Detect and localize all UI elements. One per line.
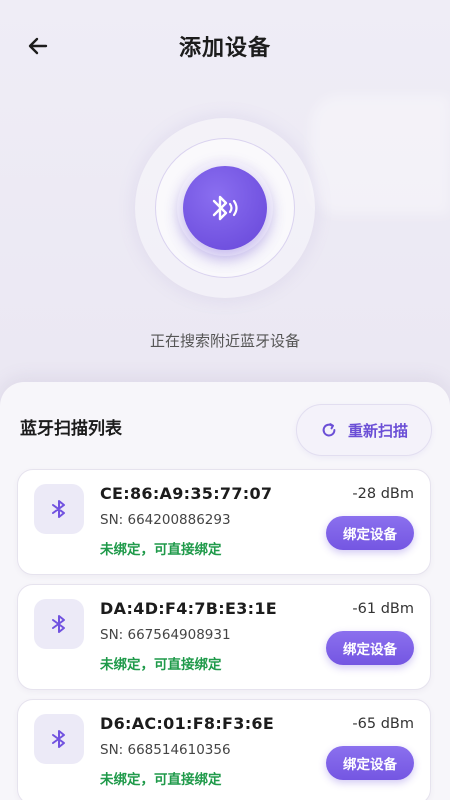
bluetooth-icon	[52, 500, 65, 518]
device-bind-state: 未绑定，可直接绑定	[100, 772, 222, 788]
bluetooth-searching-icon	[212, 195, 238, 221]
device-card[interactable]: D6:AC:01:F8:F3:6E SN: 668514610356 未绑定，可…	[17, 699, 431, 800]
device-mac: CE:86:A9:35:77:07	[100, 484, 273, 503]
device-serial: SN: 668514610356	[100, 742, 231, 758]
device-mac: D6:AC:01:F8:F3:6E	[100, 714, 275, 733]
bind-device-button[interactable]: 绑定设备	[326, 516, 414, 550]
device-mac: DA:4D:F4:7B:E3:1E	[100, 599, 277, 618]
refresh-icon	[322, 423, 336, 437]
device-list-title: 蓝牙扫描列表	[20, 419, 122, 439]
page-title: 添加设备	[178, 36, 271, 61]
background-decoration	[310, 95, 450, 215]
device-card[interactable]: CE:86:A9:35:77:07 SN: 664200886293 未绑定，可…	[17, 469, 431, 575]
device-serial: SN: 664200886293	[100, 512, 231, 528]
device-icon-box	[34, 599, 84, 649]
device-signal-strength: -28 dBm	[352, 486, 414, 502]
device-card[interactable]: DA:4D:F4:7B:E3:1E SN: 667564908931 未绑定，可…	[17, 584, 431, 690]
rescan-label: 重新扫描	[347, 421, 408, 440]
device-serial: SN: 667564908931	[100, 627, 231, 643]
rescan-button[interactable]: 重新扫描	[296, 404, 432, 456]
device-bind-state: 未绑定，可直接绑定	[100, 542, 222, 558]
device-icon-box	[34, 484, 84, 534]
device-signal-strength: -65 dBm	[352, 716, 414, 732]
device-bind-state: 未绑定，可直接绑定	[100, 657, 222, 673]
bluetooth-icon	[52, 615, 65, 633]
device-icon-box	[34, 714, 84, 764]
bluetooth-icon	[52, 730, 65, 748]
header: 添加设备	[0, 0, 450, 92]
scan-status-text: 正在搜索附近蓝牙设备	[149, 332, 300, 350]
bluetooth-searching-button	[183, 166, 267, 250]
device-signal-strength: -61 dBm	[352, 601, 414, 617]
scan-radar	[135, 118, 315, 298]
bind-device-button[interactable]: 绑定设备	[326, 746, 414, 780]
bind-device-button[interactable]: 绑定设备	[326, 631, 414, 665]
